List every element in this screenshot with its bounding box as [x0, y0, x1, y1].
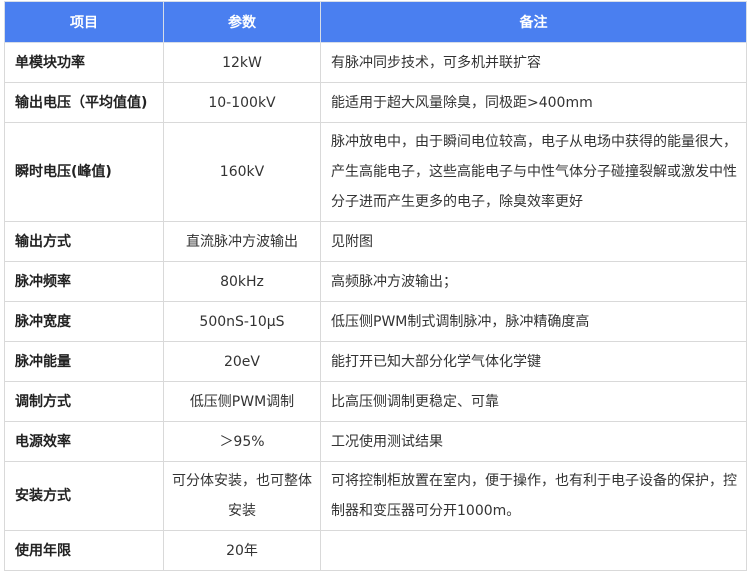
- row-param: 直流脉冲方波输出: [163, 221, 321, 262]
- table-row: 调制方式 低压侧PWM调制 比高压侧调制更稳定、可靠: [4, 381, 747, 422]
- table-row: 输出电压（平均值值) 10-100kV 能适用于超大风量除臭，同极距>400mm: [4, 82, 747, 123]
- row-item: 输出电压（平均值值): [4, 82, 164, 123]
- row-item: 脉冲宽度: [4, 301, 164, 342]
- row-item: 单模块功率: [4, 42, 164, 83]
- table-row: 单模块功率 12kW 有脉冲同步技术，可多机并联扩容: [4, 42, 747, 83]
- row-param: 20eV: [163, 341, 321, 382]
- spec-table: 项目 参数 备注 单模块功率 12kW 有脉冲同步技术，可多机并联扩容 输出电压…: [4, 1, 747, 571]
- row-item: 输出方式: [4, 221, 164, 262]
- row-note: 低压侧PWM制式调制脉冲，脉冲精确度高: [320, 301, 747, 342]
- row-item: 调制方式: [4, 381, 164, 422]
- row-param: 可分体安装，也可整体安装: [163, 461, 321, 531]
- row-param: 低压侧PWM调制: [163, 381, 321, 422]
- row-param: 10-100kV: [163, 82, 321, 123]
- row-param: 500nS-10μS: [163, 301, 321, 342]
- row-note: 比高压侧调制更稳定、可靠: [320, 381, 747, 422]
- header-item: 项目: [4, 1, 164, 43]
- row-item: 电源效率: [4, 421, 164, 462]
- row-item: 使用年限: [4, 530, 164, 571]
- row-item: 瞬时电压(峰值): [4, 122, 164, 222]
- row-param: ＞95%: [163, 421, 321, 462]
- row-item: 脉冲能量: [4, 341, 164, 382]
- spec-table-container: 项目 参数 备注 单模块功率 12kW 有脉冲同步技术，可多机并联扩容 输出电压…: [0, 0, 750, 571]
- row-note: 有脉冲同步技术，可多机并联扩容: [320, 42, 747, 83]
- table-header-row: 项目 参数 备注: [4, 1, 747, 43]
- row-item: 脉冲频率: [4, 261, 164, 302]
- table-row: 瞬时电压(峰值) 160kV 脉冲放电中，由于瞬间电位较高，电子从电场中获得的能…: [4, 122, 747, 222]
- table-row: 脉冲能量 20eV 能打开已知大部分化学气体化学键: [4, 341, 747, 382]
- row-note: 脉冲放电中，由于瞬间电位较高，电子从电场中获得的能量很大，产生高能电子，这些高能…: [320, 122, 747, 222]
- row-note: 工况使用测试结果: [320, 421, 747, 462]
- row-note: 见附图: [320, 221, 747, 262]
- row-item: 安装方式: [4, 461, 164, 531]
- row-note: 可将控制柜放置在室内，便于操作，也有利于电子设备的保护，控制器和变压器可分开10…: [320, 461, 747, 531]
- row-note: 能打开已知大部分化学气体化学键: [320, 341, 747, 382]
- row-param: 12kW: [163, 42, 321, 83]
- row-note: 能适用于超大风量除臭，同极距>400mm: [320, 82, 747, 123]
- row-note: 高频脉冲方波输出；: [320, 261, 747, 302]
- table-row: 脉冲宽度 500nS-10μS 低压侧PWM制式调制脉冲，脉冲精确度高: [4, 301, 747, 342]
- header-param: 参数: [163, 1, 321, 43]
- row-param: 80kHz: [163, 261, 321, 302]
- table-row: 使用年限 20年: [4, 530, 747, 571]
- header-note: 备注: [320, 1, 747, 43]
- table-row: 输出方式 直流脉冲方波输出 见附图: [4, 221, 747, 262]
- row-param: 160kV: [163, 122, 321, 222]
- table-row: 脉冲频率 80kHz 高频脉冲方波输出；: [4, 261, 747, 302]
- table-row: 电源效率 ＞95% 工况使用测试结果: [4, 421, 747, 462]
- row-note: [320, 530, 747, 571]
- row-param: 20年: [163, 530, 321, 571]
- table-row: 安装方式 可分体安装，也可整体安装 可将控制柜放置在室内，便于操作，也有利于电子…: [4, 461, 747, 531]
